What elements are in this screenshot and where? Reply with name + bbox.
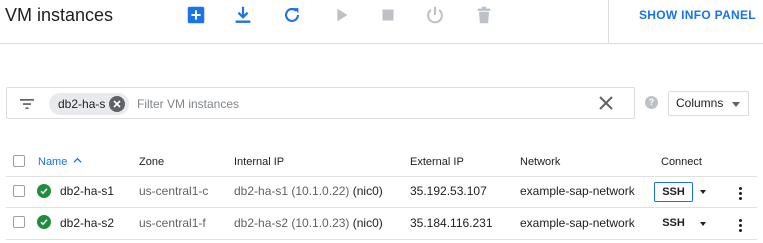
filter-chip[interactable]: db2-ha-s [49, 93, 130, 115]
column-header-network[interactable]: Network [520, 156, 560, 168]
toolbar-divider [608, 0, 609, 44]
nic-link[interactable]: (nic0) [353, 184, 383, 198]
internal-ip-cell: db2-ha-s2 (10.1.0.23) (nic0) [234, 216, 383, 230]
filter-bar[interactable]: db2-ha-s [6, 87, 635, 119]
ssh-options-chevron-icon[interactable] [700, 222, 706, 226]
header-divider [6, 176, 757, 177]
row-divider [6, 207, 757, 208]
column-header-external-ip[interactable]: External IP [410, 156, 464, 168]
row-divider [6, 239, 757, 240]
chevron-down-icon [732, 102, 740, 107]
external-ip-cell: 35.184.116.231 [410, 216, 493, 230]
instance-name-link[interactable]: db2-ha-s2 [60, 216, 114, 230]
external-ip-cell: 35.192.53.107 [410, 184, 487, 198]
status-ok-icon [37, 215, 51, 229]
instance-name-link[interactable]: db2-ha-s1 [60, 184, 114, 198]
stop-button[interactable] [376, 3, 400, 27]
column-header-name[interactable]: Name [38, 156, 82, 168]
clear-filter-icon[interactable] [597, 94, 615, 112]
select-all-checkbox[interactable] [13, 155, 25, 167]
internal-ip-cell: db2-ha-s1 (10.1.0.22) (nic0) [234, 184, 383, 198]
zone-cell: us-central1-c [139, 184, 209, 198]
column-header-internal-ip[interactable]: Internal IP [234, 156, 284, 168]
page-title: VM instances [5, 5, 114, 25]
import-vm-button[interactable] [231, 3, 255, 27]
help-icon[interactable]: ? [645, 96, 658, 109]
reset-button[interactable] [423, 3, 447, 27]
column-header-zone[interactable]: Zone [139, 156, 164, 168]
column-header-connect: Connect [661, 156, 702, 168]
refresh-icon [285, 8, 300, 22]
delete-icon [477, 6, 491, 24]
filter-chip-label: db2-ha-s [58, 97, 106, 111]
columns-label: Columns [676, 96, 724, 110]
sort-ascending-icon [73, 157, 82, 163]
network-link[interactable]: example-sap-network [520, 216, 635, 230]
network-link[interactable]: example-sap-network [520, 184, 635, 198]
stop-icon [382, 9, 394, 21]
reset-icon [427, 6, 443, 24]
start-button[interactable] [329, 3, 353, 27]
remove-chip-icon[interactable] [109, 96, 126, 112]
row-checkbox[interactable] [13, 216, 25, 228]
status-ok-icon [37, 184, 51, 198]
create-instance-button[interactable] [184, 3, 208, 27]
more-actions-icon[interactable] [739, 219, 743, 233]
start-icon [337, 8, 348, 22]
more-actions-icon[interactable] [739, 187, 743, 201]
ssh-button[interactable]: SSH [654, 182, 693, 202]
filter-input[interactable] [137, 93, 577, 115]
filter-icon [20, 99, 34, 110]
page-header: VM instances SHOW INFO PANEL [0, 0, 763, 44]
refresh-button[interactable] [280, 3, 304, 27]
create-instance-icon [187, 6, 205, 24]
ssh-options-chevron-icon[interactable] [700, 190, 706, 194]
ssh-button[interactable]: SSH [654, 214, 693, 234]
show-info-panel-button[interactable]: SHOW INFO PANEL [639, 8, 756, 22]
delete-button[interactable] [472, 3, 496, 27]
row-checkbox[interactable] [13, 185, 25, 197]
import-vm-icon [235, 6, 251, 23]
nic-link[interactable]: (nic0) [353, 216, 383, 230]
columns-dropdown[interactable]: Columns [668, 91, 749, 116]
zone-cell: us-central1-f [139, 216, 206, 230]
